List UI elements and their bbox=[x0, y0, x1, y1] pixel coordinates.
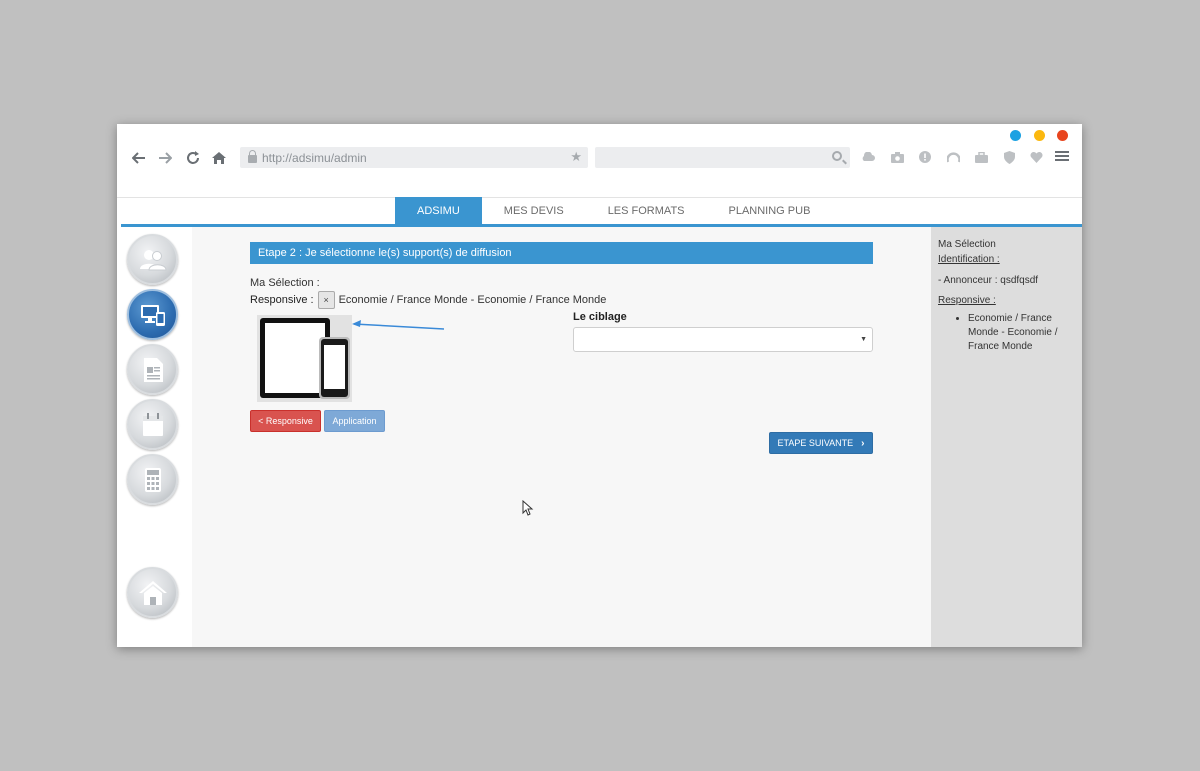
app-tabs: ADSIMU MES DEVIS LES FORMATS PLANNING PU… bbox=[395, 197, 832, 224]
hamburger-menu-icon[interactable] bbox=[1055, 151, 1069, 163]
devices-icon bbox=[140, 304, 165, 326]
summary-title: Ma Sélection bbox=[938, 239, 996, 250]
cloud-icon[interactable] bbox=[861, 150, 875, 164]
tab-adsimu[interactable]: ADSIMU bbox=[395, 197, 482, 224]
url-bar[interactable]: http://adsimu/admin ★ bbox=[240, 147, 588, 168]
pointer-arrow bbox=[352, 320, 444, 330]
users-icon bbox=[139, 249, 167, 270]
tab-les-formats[interactable]: LES FORMATS bbox=[586, 197, 707, 224]
nav-calculator-button[interactable] bbox=[127, 454, 178, 505]
nav-home-button[interactable] bbox=[127, 567, 178, 618]
responsive-devices-image bbox=[257, 315, 352, 402]
summary-identification-link[interactable]: Identification : bbox=[938, 254, 1075, 265]
selection-row: Responsive : × Economie / France Monde -… bbox=[250, 291, 606, 309]
home-nav-icon[interactable] bbox=[209, 148, 229, 168]
star-icon[interactable]: ★ bbox=[570, 149, 582, 165]
selection-label: Ma Sélection : bbox=[250, 277, 320, 289]
summary-responsive-link[interactable]: Responsive : bbox=[938, 295, 1075, 306]
main-content: Etape 2 : Je sélectionne le(s) support(s… bbox=[192, 227, 931, 647]
list-item: Economie / France Monde - Economie / Fra… bbox=[968, 312, 1075, 354]
nav-users-button[interactable] bbox=[127, 234, 178, 285]
left-nav bbox=[117, 227, 192, 647]
forward-arrow-icon[interactable] bbox=[155, 148, 175, 168]
tab-mes-devis[interactable]: MES DEVIS bbox=[482, 197, 586, 224]
alert-icon[interactable] bbox=[918, 150, 932, 164]
url-text: http://adsimu/admin bbox=[262, 150, 367, 165]
next-step-button[interactable]: ETAPE SUIVANTE › bbox=[769, 432, 873, 454]
calculator-icon bbox=[144, 467, 161, 492]
step-title: Etape 2 : Je sélectionne le(s) support(s… bbox=[250, 242, 873, 264]
camera-icon[interactable] bbox=[890, 150, 904, 164]
summary-annonceur: - Annonceur : qsdfqsdf bbox=[938, 275, 1039, 286]
nav-calendar-button[interactable] bbox=[127, 399, 178, 450]
tab-planning-pub[interactable]: PLANNING PUB bbox=[707, 197, 833, 224]
search-input[interactable] bbox=[595, 147, 850, 168]
window-dot-red[interactable] bbox=[1057, 130, 1068, 141]
nav-document-button[interactable] bbox=[127, 344, 178, 395]
window-dot-yellow[interactable] bbox=[1034, 130, 1045, 141]
nav-devices-button[interactable] bbox=[127, 289, 178, 340]
document-icon bbox=[143, 357, 163, 382]
briefcase-icon[interactable] bbox=[974, 150, 988, 164]
ciblage-select[interactable]: ▼ bbox=[573, 327, 873, 352]
application-button[interactable]: Application bbox=[324, 410, 385, 432]
browser-window: http://adsimu/admin ★ ADSIMU MES DEVIS L… bbox=[117, 124, 1082, 647]
selection-summary-panel: Ma Sélection Identification : - Annonceu… bbox=[931, 227, 1082, 647]
back-arrow-icon[interactable] bbox=[129, 148, 149, 168]
remove-selection-button[interactable]: × bbox=[317, 291, 335, 309]
gauge-icon[interactable] bbox=[946, 150, 960, 164]
ciblage-label: Le ciblage bbox=[573, 311, 627, 323]
chevron-right-icon: › bbox=[861, 437, 865, 449]
summary-responsive-list: Economie / France Monde - Economie / Fra… bbox=[968, 312, 1075, 354]
responsive-label: Responsive : bbox=[250, 294, 314, 306]
responsive-button[interactable]: < Responsive bbox=[250, 410, 321, 432]
home-icon bbox=[138, 580, 167, 605]
calendar-icon bbox=[142, 412, 163, 436]
lock-icon bbox=[248, 150, 257, 163]
shield-icon[interactable] bbox=[1002, 150, 1016, 164]
chevron-down-icon: ▼ bbox=[860, 336, 867, 343]
selection-value: Economie / France Monde - Economie / Fra… bbox=[338, 294, 607, 306]
reload-icon[interactable] bbox=[183, 148, 203, 168]
mouse-cursor-icon bbox=[522, 500, 534, 516]
window-dot-blue[interactable] bbox=[1010, 130, 1021, 141]
heart-icon[interactable] bbox=[1029, 150, 1043, 164]
search-icon[interactable] bbox=[832, 151, 842, 161]
next-step-label: ETAPE SUIVANTE bbox=[777, 438, 854, 448]
